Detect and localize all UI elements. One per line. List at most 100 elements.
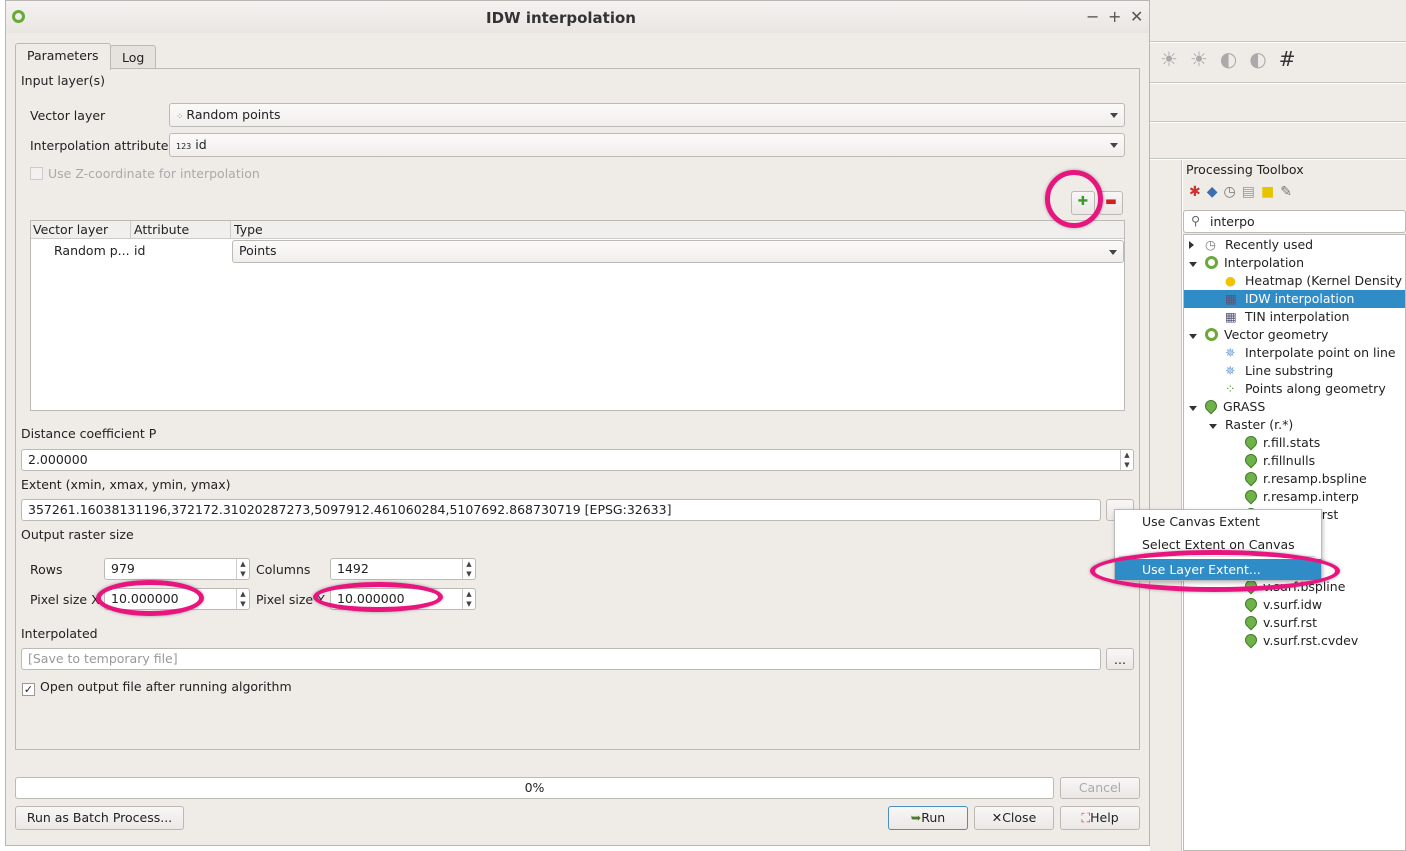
numeric-field-icon: 123 <box>176 142 192 151</box>
tree-item-label: r.resamp.interp <box>1263 489 1359 504</box>
tree-item[interactable]: ▦ IDW interpolation <box>1184 290 1405 308</box>
table-header: Vector layer Attribute Type <box>31 221 1124 239</box>
expanded-arrow-icon[interactable] <box>1209 416 1225 434</box>
open-output-checkbox[interactable]: ✓ Open output file after running algorith… <box>22 679 292 696</box>
layers-table: Vector layer Attribute Type Random p... … <box>30 220 1125 411</box>
extent-input[interactable]: 357261.16038131196,372172.31020287273,50… <box>21 499 1101 521</box>
table-row[interactable]: Random p... id Points <box>31 240 1124 264</box>
tree-item[interactable]: r.fillnulls <box>1184 451 1405 470</box>
interp-attr-combo[interactable]: 123 id <box>169 133 1125 157</box>
spin-arrows-icon[interactable]: ▲ ▼ <box>236 589 249 609</box>
browse-button[interactable]: ... <box>1106 648 1134 670</box>
tree-item-label: v.surf.rst.cvdev <box>1263 633 1359 648</box>
input-layers-label: Input layer(s) <box>21 73 105 88</box>
batch-button[interactable]: Run as Batch Process... <box>15 806 184 830</box>
models-icon[interactable]: ✱ <box>1189 184 1207 200</box>
tree-item-label: Recently used <box>1225 237 1314 252</box>
history-icon[interactable]: ◷ <box>1224 184 1242 200</box>
tree-item[interactable]: Interpolation <box>1184 254 1405 272</box>
tab-log[interactable]: Log <box>110 45 157 69</box>
tree-item[interactable]: v.surf.rst.cvdev <box>1184 631 1405 650</box>
grid-icon[interactable]: # <box>1279 47 1308 71</box>
results-icon[interactable]: ▤ <box>1242 184 1261 200</box>
expanded-arrow-icon[interactable] <box>1189 254 1205 272</box>
spin-arrows-icon[interactable]: ▲ ▼ <box>1120 450 1133 470</box>
tree-item[interactable]: Raster (r.*) <box>1184 416 1405 434</box>
options-icon[interactable]: ✎ <box>1280 184 1298 200</box>
minus-icon: ▬ <box>1105 193 1117 208</box>
use-z-checkbox[interactable]: Use Z-coordinate for interpolation <box>30 166 260 181</box>
main-toolbar-3 <box>1150 84 1406 122</box>
expanded-arrow-icon[interactable] <box>1189 326 1205 344</box>
shade-down-icon[interactable]: ◐ <box>1249 47 1278 71</box>
help-icon: ⛶ <box>1081 810 1091 825</box>
header-type[interactable]: Type <box>230 221 266 239</box>
tree-item[interactable]: ✵ Interpolate point on line <box>1184 344 1405 362</box>
pixel-x-label: Pixel size X <box>30 592 100 607</box>
tree-item[interactable]: r.resamp.bspline <box>1184 469 1405 488</box>
toolbox-toolbar: ✱◆◷▤■✎ <box>1189 184 1298 200</box>
annotation-circle-pixel-x <box>96 580 204 616</box>
header-vector-layer[interactable]: Vector layer <box>33 222 108 237</box>
collapsed-arrow-icon[interactable] <box>1189 236 1205 254</box>
idw-dialog: IDW interpolation − + ✕ Parameters Log I… <box>5 0 1150 846</box>
close-button[interactable]: ✕Close <box>974 806 1054 830</box>
tree-item[interactable]: ✵ Line substring <box>1184 362 1405 380</box>
tree-item[interactable]: r.fill.stats <box>1184 433 1405 452</box>
search-icon: ⚲ <box>1191 213 1201 228</box>
tree-item[interactable]: ◷ Recently used <box>1184 236 1405 254</box>
tab-parameters[interactable]: Parameters <box>15 43 111 70</box>
grass-icon <box>1242 487 1260 505</box>
interp-attr-value: id <box>195 137 207 152</box>
grass-icon <box>1242 469 1260 487</box>
tree-item[interactable]: ▦ TIN interpolation <box>1184 308 1405 326</box>
tree-item-label: r.resamp.bspline <box>1263 471 1367 486</box>
minimize-icon[interactable]: − <box>1086 7 1099 26</box>
tree-item-label: r.fillnulls <box>1263 453 1316 468</box>
distance-spinbox[interactable]: 2.000000 ▲ ▼ <box>21 449 1134 471</box>
edit-icon[interactable]: ■ <box>1261 184 1280 200</box>
toolbox-title: Processing Toolbox <box>1186 162 1304 177</box>
raster-icon: ▦ <box>1225 309 1237 324</box>
columns-value: 1492 <box>337 561 369 576</box>
tree-item[interactable]: r.resamp.interp <box>1184 487 1405 506</box>
spin-arrows-icon[interactable]: ▲ ▼ <box>236 559 249 579</box>
menu-item-canvas-extent[interactable]: Use Canvas Extent <box>1115 513 1321 531</box>
tree-item[interactable]: GRASS <box>1184 397 1405 416</box>
tree-item-label: Interpolation <box>1224 255 1304 270</box>
tree-item[interactable]: v.surf.rst <box>1184 613 1405 632</box>
type-combo[interactable]: Points <box>232 240 1124 263</box>
gear-icon: ✵ <box>1225 363 1236 378</box>
interp-attr-label: Interpolation attribute <box>30 138 169 153</box>
annotation-circle-layer-extent <box>1090 550 1340 592</box>
vector-layer-combo[interactable]: ⁘ Random points <box>169 103 1125 127</box>
close-window-icon[interactable]: ✕ <box>1130 7 1143 26</box>
spin-arrows-icon[interactable]: ▲ ▼ <box>462 559 475 579</box>
header-attribute[interactable]: Attribute <box>130 221 192 239</box>
tree-item[interactable]: v.surf.idw <box>1184 595 1405 614</box>
tree-item[interactable]: Vector geometry <box>1184 326 1405 344</box>
rows-spinbox[interactable]: 979 ▲ ▼ <box>104 558 250 580</box>
sun-up-icon[interactable]: ☀ <box>1160 47 1190 71</box>
run-button[interactable]: ➥Run <box>888 806 968 830</box>
cell-layer: Random p... <box>54 243 130 258</box>
help-button[interactable]: ⛶Help <box>1060 806 1140 830</box>
python-icon[interactable]: ◆ <box>1207 184 1224 200</box>
cancel-button[interactable]: Cancel <box>1060 777 1140 799</box>
maximize-icon[interactable]: + <box>1108 7 1121 26</box>
shade-up-icon[interactable]: ◐ <box>1220 47 1249 71</box>
main-toolbar-2: ☀☀◐◐# <box>1150 43 1406 83</box>
output-file-input[interactable]: [Save to temporary file] <box>21 648 1101 670</box>
tree-item[interactable]: ⁘ Points along geometry <box>1184 380 1405 398</box>
sun-down-icon[interactable]: ☀ <box>1190 47 1220 71</box>
tree-item-label: TIN interpolation <box>1245 309 1350 324</box>
main-toolbar-1 <box>1150 0 1406 42</box>
columns-spinbox[interactable]: 1492 ▲ ▼ <box>330 558 476 580</box>
toolbox-search-input[interactable]: ⚲ interpo <box>1183 210 1406 233</box>
expanded-arrow-icon[interactable] <box>1189 398 1205 416</box>
grass-icon <box>1242 613 1260 631</box>
tree-item[interactable]: ● Heatmap (Kernel Density <box>1184 272 1405 290</box>
spin-arrows-icon[interactable]: ▲ ▼ <box>462 589 475 609</box>
raster-icon: ▦ <box>1225 291 1237 306</box>
title-bar: IDW interpolation − + ✕ <box>6 1 1149 33</box>
